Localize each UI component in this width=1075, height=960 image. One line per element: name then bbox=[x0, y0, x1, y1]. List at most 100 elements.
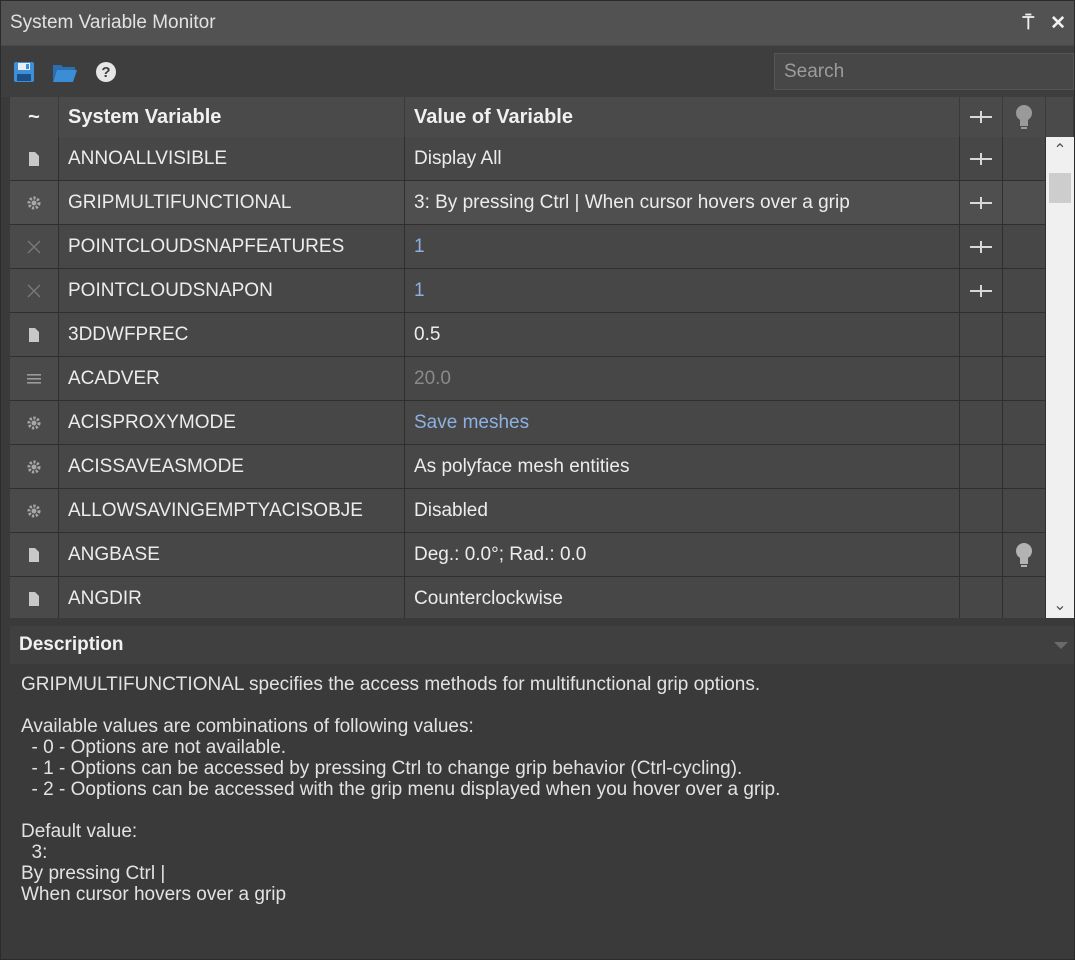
variable-value[interactable]: Disabled bbox=[405, 489, 960, 532]
description-title: Description bbox=[19, 634, 124, 655]
gear-icon bbox=[10, 489, 59, 532]
description-line: - 1 - Options can be accessed by pressin… bbox=[21, 758, 743, 779]
description-line: Available values are combinations of fol… bbox=[21, 716, 474, 737]
pin-cell[interactable] bbox=[960, 357, 1003, 400]
pin-cell[interactable] bbox=[960, 445, 1003, 488]
help-icon[interactable]: ? bbox=[93, 59, 119, 85]
tip-cell bbox=[1003, 225, 1046, 268]
variable-name: ALLOWSAVINGEMPTYACISOBJE bbox=[59, 489, 405, 532]
pin-column-icon bbox=[970, 111, 992, 123]
pin-icon[interactable] bbox=[960, 269, 1003, 312]
tip-cell bbox=[1003, 269, 1046, 312]
column-header-pin[interactable] bbox=[960, 97, 1003, 137]
variable-name: ANGBASE bbox=[59, 533, 405, 576]
column-header-type[interactable]: ~ bbox=[10, 97, 59, 137]
variable-value[interactable]: As polyface mesh entities bbox=[405, 445, 960, 488]
table-row[interactable]: ALLOWSAVINGEMPTYACISOBJE Disabled bbox=[10, 489, 1046, 533]
variable-name: 3DDWFPREC bbox=[59, 313, 405, 356]
column-header-tip[interactable] bbox=[1003, 97, 1046, 137]
variable-name: POINTCLOUDSNAPON bbox=[59, 269, 405, 312]
table-row[interactable]: GRIPMULTIFUNCTIONAL 3: By pressing Ctrl |… bbox=[10, 181, 1046, 225]
variable-value[interactable]: Save meshes bbox=[405, 401, 960, 444]
description-line: When cursor hovers over a grip bbox=[21, 884, 287, 905]
variable-value[interactable]: 0.5 bbox=[405, 313, 960, 356]
scroll-up-icon[interactable]: ⌃ bbox=[1046, 137, 1074, 163]
variable-name: ANNOALLVISIBLE bbox=[59, 137, 405, 180]
variable-value[interactable]: Deg.: 0.0°; Rad.: 0.0 bbox=[405, 533, 960, 576]
table-row[interactable]: POINTCLOUDSNAPFEATURES 1 bbox=[10, 225, 1046, 269]
tip-cell bbox=[1003, 401, 1046, 444]
collapse-triangle-icon[interactable] bbox=[1054, 640, 1068, 650]
variable-value[interactable]: 20.0 bbox=[405, 357, 960, 400]
column-header-value[interactable]: Value of Variable bbox=[405, 97, 960, 137]
tip-cell bbox=[1003, 489, 1046, 532]
pin-cell[interactable] bbox=[960, 489, 1003, 532]
pin-icon[interactable] bbox=[960, 137, 1003, 180]
pin-icon[interactable] bbox=[960, 181, 1003, 224]
table-row[interactable]: ANGBASE Deg.: 0.0°; Rad.: 0.0 bbox=[10, 533, 1046, 577]
gear-icon bbox=[10, 181, 59, 224]
variable-value[interactable]: 3: By pressing Ctrl | When cursor hovers… bbox=[405, 181, 960, 224]
pin-cell[interactable] bbox=[960, 313, 1003, 356]
table-row[interactable]: ANNOALLVISIBLE Display All bbox=[10, 137, 1046, 181]
gear-icon bbox=[10, 401, 59, 444]
tip-cell bbox=[1003, 577, 1046, 618]
variable-value[interactable]: Display All bbox=[405, 137, 960, 180]
open-folder-icon[interactable] bbox=[52, 59, 78, 85]
description-header[interactable]: Description bbox=[10, 626, 1074, 664]
scroll-down-icon[interactable]: ⌄ bbox=[1046, 592, 1074, 618]
pin-cell[interactable] bbox=[960, 577, 1003, 618]
description-line: - 0 - Options are not available. bbox=[21, 737, 287, 758]
svg-text:?: ? bbox=[101, 64, 110, 81]
table-row[interactable]: POINTCLOUDSNAPON 1 bbox=[10, 269, 1046, 313]
variable-value[interactable]: 1 bbox=[405, 269, 960, 312]
description-line: Default value: bbox=[21, 821, 138, 842]
table-row[interactable]: ANGDIR Counterclockwise bbox=[10, 577, 1046, 618]
close-icon[interactable]: ✕ bbox=[1050, 14, 1066, 33]
document-icon bbox=[10, 313, 59, 356]
table-row[interactable]: ACISSAVEASMODE As polyface mesh entities bbox=[10, 445, 1046, 489]
list-icon bbox=[10, 357, 59, 400]
save-icon[interactable] bbox=[11, 59, 37, 85]
pin-icon[interactable]: ⍑ bbox=[1023, 14, 1034, 33]
pin-cell[interactable] bbox=[960, 401, 1003, 444]
gear-icon bbox=[10, 445, 59, 488]
column-header-system-variable[interactable]: System Variable bbox=[59, 97, 405, 137]
description-line: By pressing Ctrl | bbox=[21, 863, 166, 884]
tip-cell bbox=[1003, 313, 1046, 356]
pin-icon[interactable] bbox=[960, 225, 1003, 268]
tip-cell bbox=[1003, 357, 1046, 400]
scrollbar-thumb[interactable] bbox=[1049, 173, 1071, 203]
pin-cell[interactable] bbox=[960, 533, 1003, 576]
title-bar: System Variable Monitor ⍑ ✕ bbox=[1, 1, 1074, 46]
search-input[interactable] bbox=[774, 53, 1074, 90]
table-body: ANNOALLVISIBLE Display All GRIPMULTIFUNCTI… bbox=[10, 137, 1046, 618]
x-icon bbox=[10, 269, 59, 312]
variable-value[interactable]: Counterclockwise bbox=[405, 577, 960, 618]
tip-cell bbox=[1003, 445, 1046, 488]
column-header-spacer bbox=[1046, 97, 1074, 137]
description-line: 3: bbox=[21, 842, 48, 863]
x-icon bbox=[10, 225, 59, 268]
window-title: System Variable Monitor bbox=[10, 12, 216, 33]
description-line bbox=[21, 695, 1063, 716]
toolbar: ? bbox=[1, 46, 1074, 97]
lightbulb-column-icon bbox=[1016, 105, 1032, 129]
lightbulb-icon[interactable] bbox=[1003, 533, 1046, 576]
tip-cell bbox=[1003, 181, 1046, 224]
vertical-scrollbar[interactable]: ⌃ ⌄ bbox=[1046, 137, 1074, 618]
system-variable-monitor-window: System Variable Monitor ⍑ ✕ ? ~ System V… bbox=[0, 0, 1075, 960]
variable-name: ACISPROXYMODE bbox=[59, 401, 405, 444]
tip-cell bbox=[1003, 137, 1046, 180]
variable-table: ~ System Variable Value of Variable ANNO… bbox=[10, 97, 1074, 618]
table-row[interactable]: ACISPROXYMODE Save meshes bbox=[10, 401, 1046, 445]
table-row[interactable]: ACADVER 20.0 bbox=[10, 357, 1046, 401]
variable-name: ACISSAVEASMODE bbox=[59, 445, 405, 488]
table-row[interactable]: 3DDWFPREC 0.5 bbox=[10, 313, 1046, 357]
variable-value[interactable]: 1 bbox=[405, 225, 960, 268]
document-icon bbox=[10, 137, 59, 180]
table-header: ~ System Variable Value of Variable bbox=[10, 97, 1074, 137]
variable-name: POINTCLOUDSNAPFEATURES bbox=[59, 225, 405, 268]
document-icon bbox=[10, 533, 59, 576]
description-line bbox=[21, 800, 1063, 821]
